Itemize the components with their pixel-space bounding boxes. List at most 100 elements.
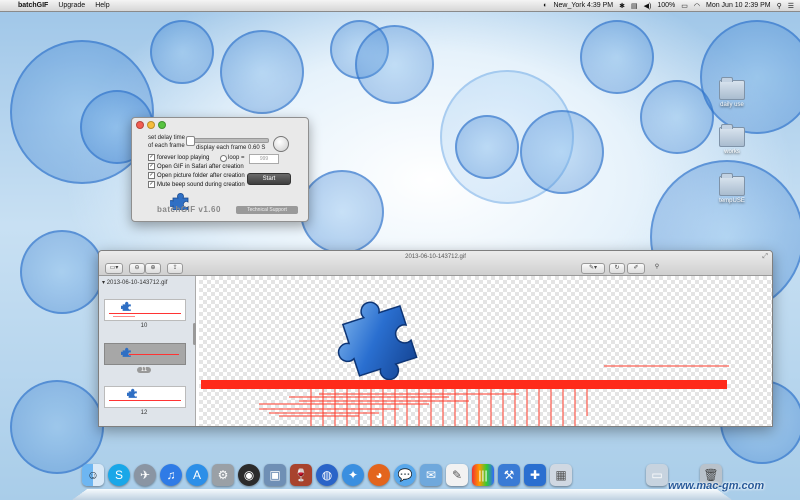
open-folder-label: Open picture folder after creation [157, 172, 245, 179]
forever-loop-checkbox[interactable]: ✓ forever loop playing [148, 154, 209, 161]
chrome-icon[interactable]: ◍ [316, 464, 338, 486]
zoom-button[interactable] [158, 121, 166, 129]
wallpaper-bubble [520, 110, 604, 194]
display-frame-text: display each frame 0.60 S [196, 145, 266, 151]
slider-knob[interactable] [186, 136, 195, 146]
folder-icon [719, 77, 745, 100]
batchgif-window: set delay time of each frame display eac… [131, 117, 309, 222]
app-store-icon[interactable]: A [186, 464, 208, 486]
sidebar-scrollbar[interactable] [193, 323, 196, 345]
preview-window: 2013-06-10-143712.gif ▭▾ ⊖ ⊕ ⇪ ✎▾ ↻ ✐ ⚲ … [98, 250, 773, 427]
checkmark-icon: ✓ [148, 172, 155, 179]
rotate-button[interactable]: ↻ [609, 263, 625, 274]
notifications-icon[interactable]: ☰ [788, 2, 794, 10]
bluetooth-icon[interactable]: ✱ [619, 2, 625, 10]
spotlight-icon[interactable]: ⚲ [777, 2, 782, 10]
open-folder-checkbox[interactable]: ✓ Open picture folder after creation [148, 172, 245, 179]
share-button[interactable]: ⇪ [167, 263, 183, 274]
skype-icon[interactable]: S [108, 464, 130, 486]
thumb-red-line [109, 400, 181, 401]
world-clock-text[interactable]: New_York 4:39 PM [553, 2, 613, 9]
textedit-icon[interactable]: ✎ [446, 464, 468, 486]
delay-slider[interactable] [186, 136, 269, 146]
menu-bar: batchGIF Upgrade Help ◐ New_York 4:39 PM… [0, 0, 800, 12]
wallpaper-bubble [580, 20, 654, 94]
zoom-in-button[interactable]: ⊕ [145, 263, 161, 274]
battery-percent[interactable]: 100% [657, 2, 675, 9]
dock-shelf [72, 489, 732, 500]
wine-icon[interactable]: 🍷 [290, 464, 312, 486]
gif-frame-image [201, 301, 729, 426]
sidebar-header[interactable]: ▾ 2013-06-10-143712.gif [102, 279, 167, 286]
messages-icon[interactable]: 💬 [394, 464, 416, 486]
dashboard-icon[interactable]: ◉ [238, 464, 260, 486]
desktop-folder-daily-use[interactable]: daily use [712, 77, 752, 108]
close-button[interactable] [136, 121, 144, 129]
thumb-red-line [109, 313, 181, 314]
photo-icon[interactable]: ▦ [550, 464, 572, 486]
technical-support-button[interactable]: Technical Support [236, 206, 298, 214]
search-icon[interactable]: ⚲ [647, 263, 667, 272]
menu-upgrade[interactable]: Upgrade [58, 2, 85, 9]
thumbnail-frame-10[interactable] [104, 299, 186, 321]
loop-label: loop = [228, 155, 245, 161]
puzzle-piece-icon [337, 301, 418, 381]
thumbnail-label: 11 [136, 367, 152, 373]
wallpaper-bubble [220, 30, 304, 114]
thumb-red-line [129, 354, 179, 355]
start-button[interactable]: Start [247, 173, 291, 185]
loop-radio[interactable] [220, 155, 227, 162]
xcode-icon[interactable]: ⚒ [498, 464, 520, 486]
checkmark-icon: ✓ [148, 181, 155, 188]
wallpaper-bubble [150, 20, 214, 84]
thumbnail-frame-12[interactable] [104, 386, 186, 408]
annotate-button[interactable]: ✎▾ [581, 263, 605, 274]
desktop-folder-tempuse[interactable]: tempUSE [712, 173, 752, 204]
finder-icon[interactable]: ☺ [82, 464, 104, 486]
preview-toolbar: 2013-06-10-143712.gif ▭▾ ⊖ ⊕ ⇪ ✎▾ ↻ ✐ ⚲ … [99, 251, 772, 276]
minimize-button[interactable] [147, 121, 155, 129]
world-clock-icon[interactable]: ◐ [543, 2, 547, 9]
zoom-out-button[interactable]: ⊖ [129, 263, 145, 274]
wallpaper-bubble [700, 20, 800, 134]
volume-icon[interactable]: ◀) [644, 2, 652, 10]
image-canvas[interactable] [199, 276, 772, 426]
desktop-folder-label: daily use [720, 102, 744, 108]
crayons-icon[interactable]: ||| [472, 464, 494, 486]
red-grid-lines [259, 389, 588, 426]
firefox-icon[interactable]: ◕ [368, 464, 390, 486]
app-title: batchGIF v1.60 [157, 205, 221, 214]
itunes-icon[interactable]: ♫ [160, 464, 182, 486]
menu-app-name[interactable]: batchGIF [18, 2, 48, 9]
wifi-icon[interactable]: ◠ [694, 2, 700, 10]
desktop-folder-label: works [724, 149, 740, 155]
open-safari-checkbox[interactable]: ✓ Open GIF in Safari after creation [148, 163, 244, 170]
menu-help[interactable]: Help [95, 2, 109, 9]
battery-icon[interactable]: ▭ [681, 2, 688, 10]
forever-loop-label: forever loop playing [157, 154, 210, 161]
mute-beep-checkbox[interactable]: ✓ Mute beep sound during creation [148, 181, 245, 188]
launchpad-icon[interactable]: ✈ [134, 464, 156, 486]
mail-icon[interactable]: ✉ [420, 464, 442, 486]
window-title: 2013-06-10-143712.gif [405, 254, 466, 260]
fullscreen-icon[interactable]: ⤢ [762, 253, 768, 261]
desktop-folder-label: tempUSE [719, 198, 745, 204]
view-menu-button[interactable]: ▭▾ [105, 263, 123, 274]
edit-button[interactable]: ✐ [627, 263, 645, 274]
loop-count-field[interactable]: 999 [249, 154, 279, 164]
system-preferences-icon[interactable]: ⚙ [212, 464, 234, 486]
batchgif-icon[interactable]: ✚ [524, 464, 546, 486]
watermark: www.mac-gm.com [668, 480, 765, 492]
flag-icon[interactable]: ▤ [631, 2, 638, 10]
folders-icon[interactable]: ▭ [646, 464, 668, 486]
open-safari-label: Open GIF in Safari after creation [157, 163, 244, 170]
delay-label: set delay time [148, 135, 186, 141]
desktop-folder-works[interactable]: works [712, 124, 752, 155]
preview-icon[interactable]: ▣ [264, 464, 286, 486]
menu-datetime[interactable]: Mon Jun 10 2:39 PM [706, 2, 771, 9]
mute-beep-label: Mute beep sound during creation [157, 181, 245, 188]
wallpaper-bubble [300, 170, 384, 254]
delay-dial[interactable] [273, 136, 289, 152]
thumbnail-frame-11[interactable] [104, 343, 186, 365]
safari-icon[interactable]: ✦ [342, 464, 364, 486]
